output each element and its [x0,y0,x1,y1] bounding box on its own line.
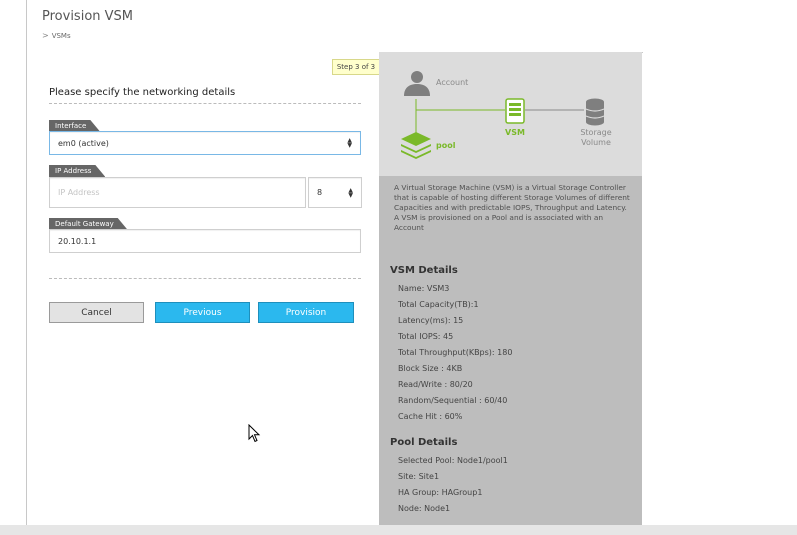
vsm-detail-random-sequential: Random/Sequential : 60/40 [398,396,508,405]
select-arrows-icon: ▲ ▼ [347,137,352,149]
pool-layers-icon [401,132,431,159]
default-gateway-input[interactable]: 20.10.1.1 [49,229,361,253]
pool-label: pool [436,141,456,150]
pool-detail-selected-pool: Selected Pool: Node1/pool1 [398,456,508,465]
storage-volume-icon [585,98,605,126]
ip-prefix-select[interactable]: 8 ▲ ▼ [308,177,362,208]
storage-label-line2: Volume [581,138,611,147]
ip-address-placeholder: IP Address [58,188,100,197]
pool-detail-site: Site: Site1 [398,472,440,481]
page-header: Provision VSM > VSMs [26,0,643,53]
section-heading: Please specify the networking details [49,87,236,98]
topology-diagram: Account VSM Storage Volume pool [379,52,642,176]
vsm-detail-throughput: Total Throughput(KBps): 180 [398,348,513,357]
ip-address-input[interactable]: IP Address [49,177,306,208]
interface-value: em0 (active) [58,138,109,148]
previous-button[interactable]: Previous [155,302,250,323]
ip-prefix-value: 8 [317,188,323,197]
chevron-right-icon: > [42,31,49,40]
pool-detail-ha-group: HA Group: HAGroup1 [398,488,483,497]
footer-bar [0,525,797,535]
vsm-description: A Virtual Storage Machine (VSM) is a Vir… [394,183,630,232]
vsm-detail-read-write: Read/Write : 80/20 [398,380,473,389]
storage-label-line1: Storage [580,128,612,137]
account-label: Account [436,78,469,87]
pool-detail-node: Node: Node1 [398,504,451,513]
provision-button[interactable]: Provision [258,302,354,323]
vsm-detail-block-size: Block Size : 4KB [398,364,463,373]
mouse-cursor-icon [248,424,261,443]
select-arrows-icon: ▲ ▼ [348,186,353,199]
vsm-detail-name: Name: VSM3 [398,284,450,293]
cancel-button[interactable]: Cancel [49,302,144,323]
vsm-icon [505,98,525,124]
pool-details-heading: Pool Details [390,437,458,448]
breadcrumb[interactable]: > VSMs [42,31,71,40]
vsm-details-heading: VSM Details [390,265,458,276]
step-indicator: Step 3 of 3 [332,59,380,75]
interface-select[interactable]: em0 (active) ▲ ▼ [49,131,361,155]
breadcrumb-vsms[interactable]: VSMs [52,32,71,40]
divider [49,278,361,279]
divider [49,103,361,104]
page-title: Provision VSM [42,9,133,24]
vsm-detail-cache-hit: Cache Hit : 60% [398,412,463,421]
vsm-label: VSM [505,128,525,137]
storage-volume-label: Storage Volume [577,128,615,148]
default-gateway-value: 20.10.1.1 [58,236,97,246]
vsm-detail-iops: Total IOPS: 45 [398,332,454,341]
vsm-detail-latency: Latency(ms): 15 [398,316,464,325]
account-icon [404,71,430,96]
vsm-detail-capacity: Total Capacity(TB):1 [398,300,479,309]
